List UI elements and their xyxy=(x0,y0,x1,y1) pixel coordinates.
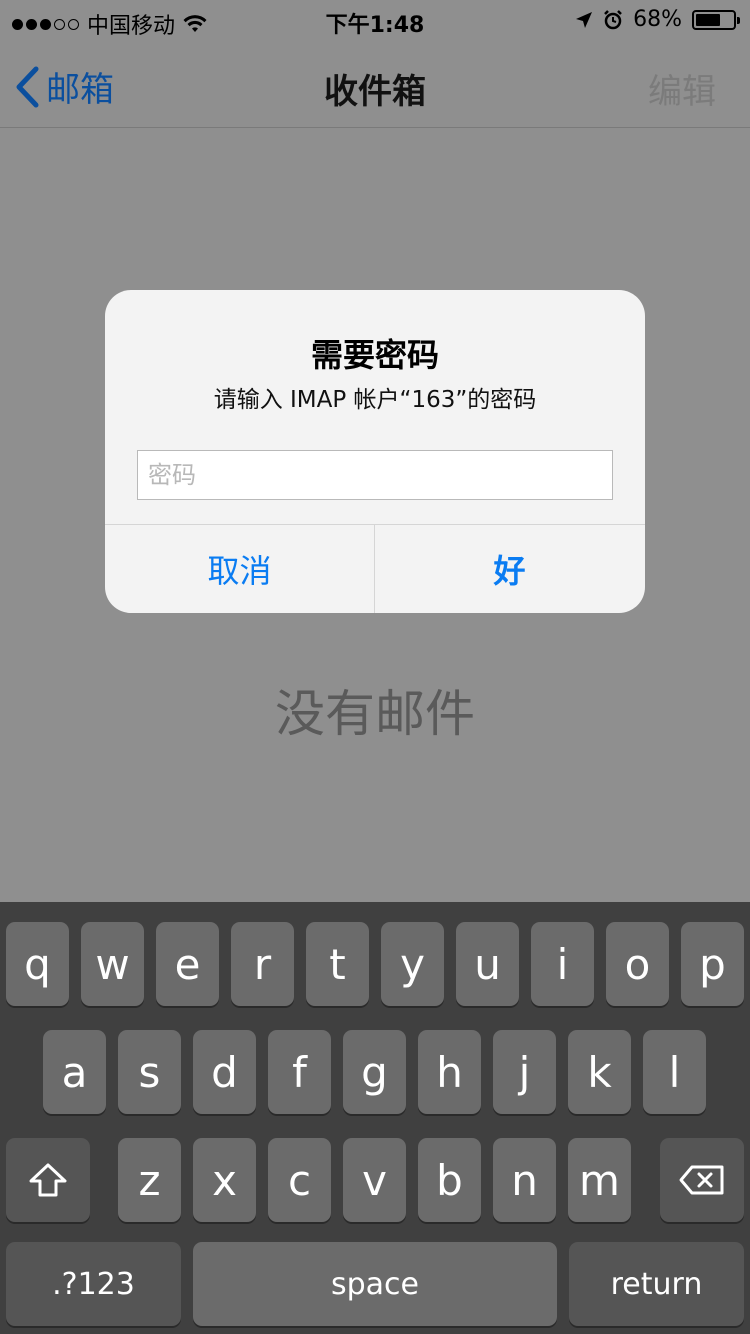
key-t[interactable]: t xyxy=(306,922,369,1006)
numbers-key[interactable]: .?123 xyxy=(6,1242,181,1326)
key-w[interactable]: w xyxy=(81,922,144,1006)
alert-message: 请输入 IMAP 帐户“163”的密码 xyxy=(213,387,537,413)
key-b[interactable]: b xyxy=(418,1138,481,1222)
key-n[interactable]: n xyxy=(493,1138,556,1222)
password-input[interactable] xyxy=(137,450,613,500)
battery-fill xyxy=(696,13,721,26)
key-k[interactable]: k xyxy=(568,1030,631,1114)
shift-icon xyxy=(29,1163,67,1197)
key-c[interactable]: c xyxy=(268,1138,331,1222)
key-q[interactable]: q xyxy=(6,922,69,1006)
edit-button[interactable]: 编辑 xyxy=(648,64,716,113)
key-f[interactable]: f xyxy=(268,1030,331,1114)
key-z[interactable]: z xyxy=(118,1138,181,1222)
delete-icon xyxy=(679,1165,724,1195)
location-arrow-icon xyxy=(576,11,593,28)
key-x[interactable]: x xyxy=(193,1138,256,1222)
key-d[interactable]: d xyxy=(193,1030,256,1114)
cancel-button[interactable]: 取消 xyxy=(105,525,374,613)
key-a[interactable]: a xyxy=(43,1030,106,1114)
key-e[interactable]: e xyxy=(156,922,219,1006)
key-h[interactable]: h xyxy=(418,1030,481,1114)
key-r[interactable]: r xyxy=(231,922,294,1006)
status-right: 68% xyxy=(575,7,740,32)
space-key[interactable]: space xyxy=(193,1242,557,1326)
shift-key[interactable] xyxy=(6,1138,90,1222)
navigation-bar: 邮箱 收件箱 编辑 xyxy=(0,40,750,128)
battery-icon xyxy=(692,9,740,30)
key-i[interactable]: i xyxy=(531,922,594,1006)
key-l[interactable]: l xyxy=(643,1030,706,1114)
alert-title: 需要密码 xyxy=(310,336,439,374)
return-key[interactable]: return xyxy=(569,1242,744,1326)
key-m[interactable]: m xyxy=(568,1138,631,1222)
delete-key[interactable] xyxy=(660,1138,744,1222)
key-j[interactable]: j xyxy=(493,1030,556,1114)
ok-button[interactable]: 好 xyxy=(375,525,644,613)
key-o[interactable]: o xyxy=(606,922,669,1006)
battery-percent: 68% xyxy=(633,7,682,32)
password-alert: 需要密码 请输入 IMAP 帐户“163”的密码 取消 好 xyxy=(105,290,645,613)
key-p[interactable]: p xyxy=(681,922,744,1006)
status-bar: 中国移动 下午1:48 68% xyxy=(0,0,750,40)
key-u[interactable]: u xyxy=(456,922,519,1006)
key-s[interactable]: s xyxy=(118,1030,181,1114)
page-title: 收件箱 xyxy=(324,72,426,112)
key-y[interactable]: y xyxy=(381,922,444,1006)
empty-state-label: 没有邮件 xyxy=(275,685,475,743)
key-v[interactable]: v xyxy=(343,1138,406,1222)
key-g[interactable]: g xyxy=(343,1030,406,1114)
keyboard: q w e r t y u i o p a s d f g h j k l z … xyxy=(0,902,750,1334)
alarm-icon xyxy=(604,9,622,29)
